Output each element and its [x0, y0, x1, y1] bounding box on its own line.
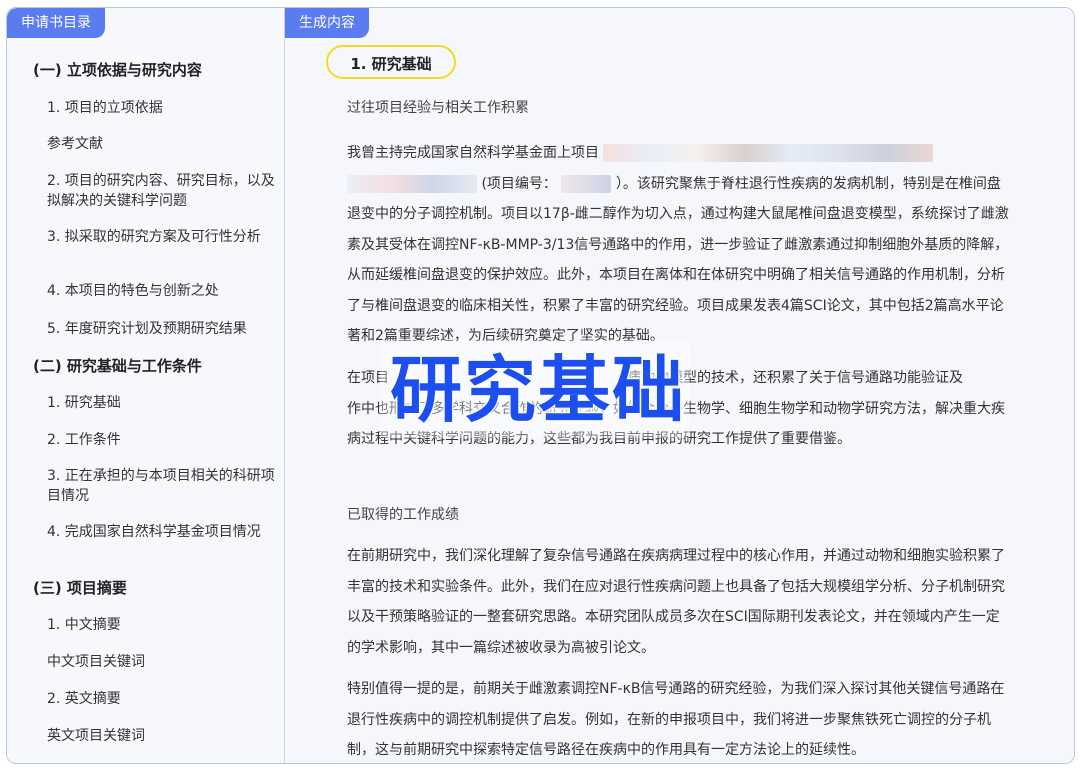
toc-item[interactable]: (三) 项目摘要 — [7, 578, 273, 598]
toc-item[interactable]: 1. 项目的立项依据 — [7, 98, 287, 118]
toc-item[interactable]: 3. 正在承担的与本项目相关的科研项目情况 — [7, 466, 287, 506]
paragraph-1-code-label: (项目编号： — [481, 175, 557, 192]
subheading-experience: 过往项目经验与相关工作积累 — [347, 100, 529, 116]
subheading-achievements: 已取得的工作成绩 — [347, 507, 459, 523]
title-overlay: 研究基础 — [389, 347, 687, 433]
toc-item[interactable]: (二) 研究基础与工作条件 — [7, 356, 273, 376]
paragraph-1-rest: ）。该研究聚焦于脊柱退行性疾病的发病机制，特别是在椎间盘退变中的分子调控机制。项… — [347, 175, 1009, 345]
toc-item[interactable]: 1. 中文摘要 — [7, 615, 287, 635]
paragraph-1: 我曾主持完成国家自然科学基金面上项目 (项目编号： ）。该研究聚焦于脊柱退行性疾… — [347, 138, 1012, 352]
paragraph-3: 在前期研究中，我们深化理解了复杂信号通路在疾病病理过程中的核心作用，并通过动物和… — [347, 548, 1005, 656]
toc-item[interactable]: 4. 本项目的特色与创新之处 — [7, 281, 287, 301]
toc-item[interactable]: 英文项目关键词 — [7, 726, 287, 746]
section-heading: 1. 研究基础 — [326, 45, 456, 79]
content-tab[interactable]: 生成内容 — [285, 8, 369, 38]
redacted-project-name — [603, 144, 934, 162]
paragraph-1-start: 我曾主持完成国家自然科学基金面上项目 — [347, 145, 599, 161]
toc-item[interactable]: 2. 工作条件 — [7, 430, 287, 450]
toc-item[interactable]: 2. 英文摘要 — [7, 689, 287, 709]
toc-sidebar: 申请书目录 (一) 立项依据与研究内容 1. 项目的立项依据 参考文献 2. 项目的研… — [7, 8, 285, 763]
toc-item[interactable]: 中文项目关键词 — [7, 652, 287, 672]
toc-item[interactable]: 3. 拟采取的研究方案及可行性分析 — [7, 227, 287, 247]
toc-item[interactable]: 参考文献 — [7, 134, 287, 154]
toc-item[interactable]: (一) 立项依据与研究内容 — [7, 60, 273, 80]
redacted-project-name-2 — [347, 174, 477, 193]
redacted-project-code — [561, 174, 612, 193]
toc-item[interactable]: 4. 完成国家自然科学基金项目情况 — [7, 522, 287, 542]
toc-item[interactable]: 1. 研究基础 — [7, 393, 287, 413]
toc-tab[interactable]: 申请书目录 — [7, 8, 105, 38]
toc-item[interactable]: 5. 年度研究计划及预期研究结果 — [7, 319, 287, 339]
paragraph-4: 特别值得一提的是，前期关于雌激素调控NF-κB信号通路的研究经验，为我们深入探讨… — [347, 681, 1005, 758]
toc-item[interactable]: 2. 项目的研究内容、研究目标，以及拟解决的关键科学问题 — [7, 171, 287, 211]
